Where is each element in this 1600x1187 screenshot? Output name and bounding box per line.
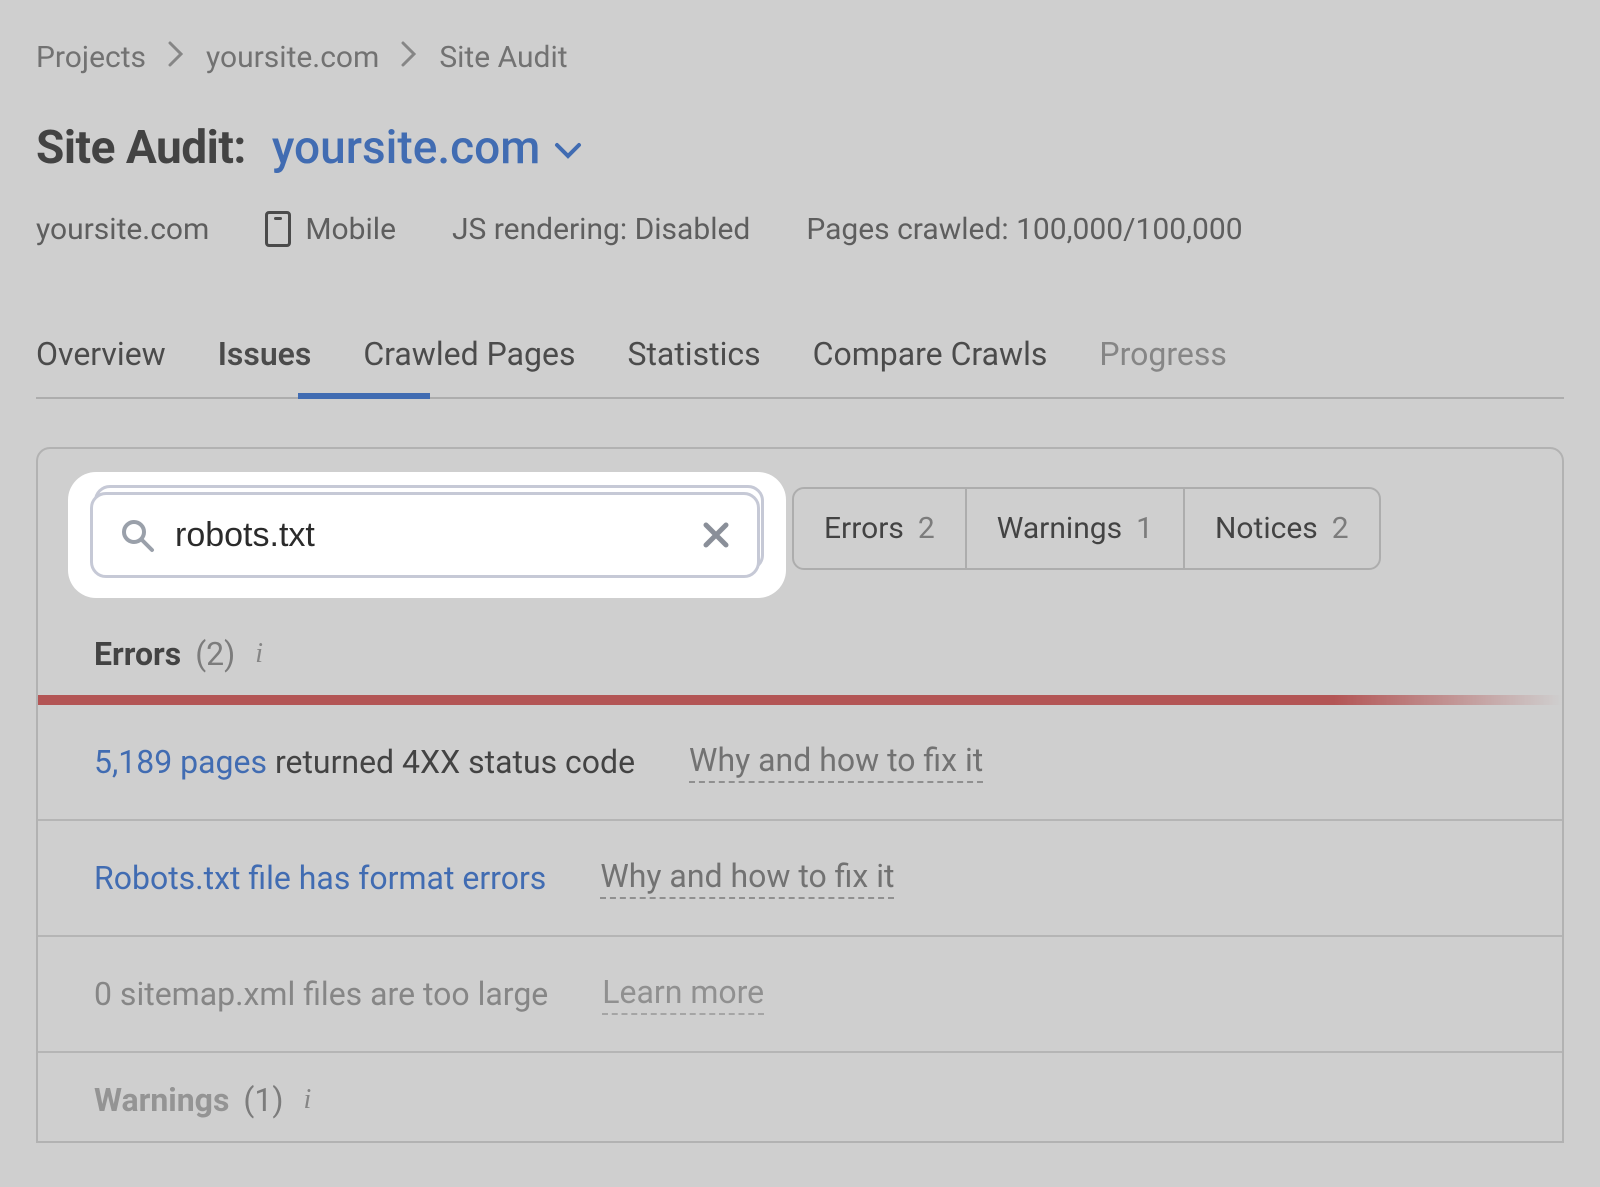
filter-errors[interactable]: Errors 2: [794, 489, 965, 568]
search-box-highlighted[interactable]: [90, 492, 760, 578]
fix-link[interactable]: Why and how to fix it: [600, 857, 894, 899]
tab-overview[interactable]: Overview: [36, 335, 166, 373]
meta-pages-text: Pages crawled: 100,000/100,000: [806, 212, 1242, 247]
error-severity-bar: [38, 695, 1562, 705]
breadcrumb: Projects yoursite.com Site Audit: [36, 40, 1564, 75]
section-label: Warnings: [94, 1081, 229, 1119]
meta-row: yoursite.com Mobile JS rendering: Disabl…: [36, 211, 1564, 247]
domain-switcher[interactable]: yoursite.com: [272, 121, 582, 175]
meta-domain: yoursite.com: [36, 212, 209, 247]
filter-count: 2: [918, 511, 935, 546]
filter-label: Warnings: [997, 511, 1122, 546]
issue-title: 5,189 pages returned 4XX status code: [94, 743, 635, 781]
info-icon[interactable]: i: [303, 1084, 311, 1116]
section-header-warnings: Warnings (1) i: [38, 1053, 1562, 1141]
search-icon: [119, 517, 155, 553]
domain-name: yoursite.com: [272, 121, 540, 175]
breadcrumb-item[interactable]: Site Audit: [439, 40, 567, 75]
meta-device-text: Mobile: [305, 212, 396, 247]
fix-link[interactable]: Learn more: [602, 973, 764, 1015]
filter-label: Errors: [824, 511, 904, 546]
breadcrumb-item[interactable]: Projects: [36, 40, 146, 75]
clear-icon[interactable]: [701, 520, 731, 550]
section-count: (1): [243, 1081, 283, 1119]
mobile-icon: [265, 211, 291, 247]
tab-issues[interactable]: Issues: [218, 335, 312, 373]
search-input[interactable]: [175, 516, 681, 555]
tab-compare-crawls[interactable]: Compare Crawls: [813, 335, 1048, 373]
issue-title: Robots.txt file has format errors: [94, 859, 546, 897]
chevron-down-icon: [554, 121, 582, 175]
section-count: (2): [195, 635, 235, 673]
issue-link[interactable]: 0 sitemap.xml files are too large: [94, 975, 548, 1013]
chevron-right-icon: [401, 40, 417, 75]
section-header-errors: Errors (2) i: [38, 607, 1562, 695]
page-title: Site Audit:: [36, 121, 246, 175]
meta-device: Mobile: [265, 211, 396, 247]
filter-label: Notices: [1215, 511, 1318, 546]
filter-count: 1: [1136, 511, 1153, 546]
issue-link[interactable]: Robots.txt file has format errors: [94, 859, 546, 897]
issue-title: 0 sitemap.xml files are too large: [94, 975, 548, 1013]
active-tab-indicator: [298, 393, 430, 399]
category-filter-group: Errors 2 Warnings 1 Notices 2: [792, 487, 1381, 570]
filter-count: 2: [1332, 511, 1349, 546]
chevron-right-icon: [168, 40, 184, 75]
meta-domain-text: yoursite.com: [36, 212, 209, 247]
filter-warnings[interactable]: Warnings 1: [965, 489, 1183, 568]
breadcrumb-item[interactable]: yoursite.com: [206, 40, 379, 75]
issue-row[interactable]: Robots.txt file has format errors Why an…: [38, 821, 1562, 937]
issue-row[interactable]: 0 sitemap.xml files are too large Learn …: [38, 937, 1562, 1053]
fix-link[interactable]: Why and how to fix it: [689, 741, 983, 783]
issue-row[interactable]: 5,189 pages returned 4XX status code Why…: [38, 705, 1562, 821]
tab-progress[interactable]: Progress: [1099, 335, 1226, 373]
info-icon[interactable]: i: [255, 638, 263, 670]
meta-pages-crawled: Pages crawled: 100,000/100,000: [806, 212, 1242, 247]
tab-bar: Overview Issues Crawled Pages Statistics…: [36, 335, 1564, 399]
section-label: Errors: [94, 635, 181, 673]
meta-js-text: JS rendering: Disabled: [452, 212, 750, 247]
meta-js-rendering: JS rendering: Disabled: [452, 212, 750, 247]
tab-crawled-pages[interactable]: Crawled Pages: [363, 335, 575, 373]
tab-statistics[interactable]: Statistics: [627, 335, 760, 373]
issue-link[interactable]: 5,189 pages: [94, 743, 267, 781]
issue-rest: returned 4XX status code: [267, 743, 635, 781]
filter-notices[interactable]: Notices 2: [1183, 489, 1379, 568]
